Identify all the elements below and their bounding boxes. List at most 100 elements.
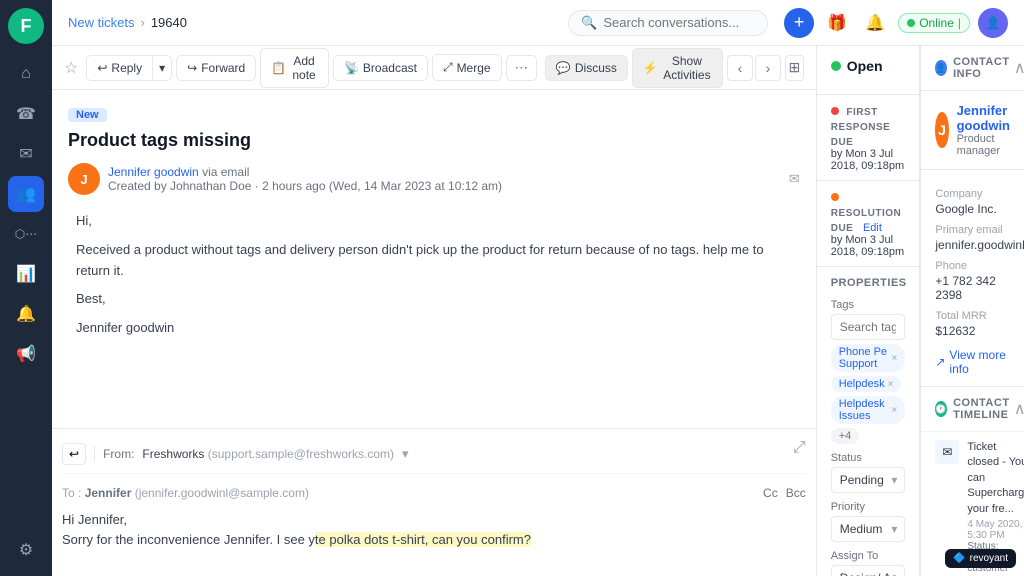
bell-button[interactable]: 🔔 — [860, 8, 890, 38]
action-bar: ☆ ↩ Reply ▾ ↪ Forward 📋 Add no — [52, 46, 816, 90]
ticket-body: New Product tags missing J Jennifer good… — [52, 90, 816, 428]
add-note-label: Add note — [290, 54, 318, 82]
nav-arrows: ‹ › — [727, 55, 781, 81]
broadcast-label: Broadcast — [363, 61, 417, 75]
gift-button[interactable]: 🎁 — [822, 8, 852, 38]
collapse-contact-button[interactable]: ∧ — [1014, 58, 1024, 78]
sidebar-item-broadcast[interactable]: 📢 — [8, 336, 44, 372]
merge-button[interactable]: ⤢ Merge — [432, 54, 502, 81]
breadcrumb-parent[interactable]: New tickets — [68, 15, 134, 30]
message-best: Best, — [76, 289, 792, 310]
undo-icon: ↩ — [69, 447, 79, 461]
tag-phone-pe-remove[interactable]: × — [892, 353, 898, 364]
view-more-label: View more info — [949, 348, 1010, 376]
first-response-date: by Mon 3 Jul 2018, 09:18pm — [831, 148, 906, 172]
tag-more[interactable]: +4 — [831, 428, 860, 444]
resolution-dot — [831, 193, 839, 201]
reply-button[interactable]: ↩ Reply — [86, 55, 152, 81]
contact-details: Company Google Inc. Primary email jennif… — [921, 170, 1024, 386]
add-button[interactable]: + — [784, 8, 814, 38]
assign-select-wrapper: Design/ Aayush Bhatna... — [831, 565, 906, 576]
email-icon: ✉ — [789, 171, 800, 187]
assign-field-label: Assign To — [831, 550, 906, 562]
sidebar-item-settings[interactable]: ⚙ — [8, 532, 44, 568]
reply-compose-area[interactable]: Hi Jennifer, Sorry for the inconvenience… — [62, 510, 806, 566]
priority-select[interactable]: Medium — [831, 516, 906, 542]
cc-button[interactable]: Cc — [763, 486, 778, 500]
contact-avatar: J — [935, 112, 948, 148]
reply-label: Reply — [111, 61, 142, 75]
contact-header-buttons: ∧ — [1014, 58, 1024, 78]
resolution-edit-link[interactable]: Edit — [863, 222, 882, 234]
search-bar[interactable]: 🔍 — [568, 10, 768, 36]
conversation-properties: Open FIRST RESPONSE DUE by Mon 3 Jul 201… — [817, 46, 921, 576]
search-input[interactable] — [603, 15, 743, 30]
broadcast-button[interactable]: 📡 Broadcast — [333, 55, 428, 81]
view-more-info-link[interactable]: ↗ View more info — [935, 348, 1010, 376]
status-field-label: Status — [831, 452, 906, 464]
tag-chips: Phone Pe Support × Helpdesk × Helpdesk I… — [831, 344, 906, 444]
tag-helpdesk-issues-remove[interactable]: × — [892, 405, 898, 416]
phone-label: Phone — [935, 260, 1010, 272]
more-actions-button[interactable]: ⋯ — [506, 55, 537, 81]
sidebar-item-notifications[interactable]: 🔔 — [8, 296, 44, 332]
reply-dropdown[interactable]: ▾ — [152, 55, 172, 81]
created-by: Created by Johnathan Doe — [108, 179, 251, 193]
breadcrumb-current: 19640 — [151, 15, 187, 30]
timeline-title: 🕐 CONTACT TIMELINE — [935, 397, 1013, 421]
next-ticket-button[interactable]: › — [755, 55, 781, 81]
discuss-button[interactable]: 💬 Discuss — [545, 55, 628, 81]
expand-reply-button[interactable]: ⤢ — [793, 439, 806, 457]
mrr-value: $12632 — [935, 324, 1010, 338]
sender-name[interactable]: Jennifer goodwin — [108, 165, 199, 179]
discuss-icon: 💬 — [556, 61, 571, 75]
star-button[interactable]: ☆ — [64, 58, 78, 78]
broadcast-icon: 📡 — [344, 61, 359, 75]
merge-label: Merge — [457, 61, 491, 75]
tag-helpdesk-remove[interactable]: × — [888, 379, 894, 390]
tag-phone-pe: Phone Pe Support × — [831, 344, 906, 372]
email-label: Primary email — [935, 224, 1010, 236]
grid-view-button[interactable]: ⊞ — [785, 55, 804, 81]
sidebar-item-email[interactable]: ✉ — [8, 136, 44, 172]
content-area: ☆ ↩ Reply ▾ ↪ Forward 📋 Add no — [52, 46, 1024, 576]
ticket-new-badge: New — [68, 108, 107, 122]
forward-label: Forward — [201, 61, 245, 75]
reply-header: ↩ From: Freshworks (support.sample@fresh… — [62, 439, 806, 474]
reply-cc-bcc: Cc Bcc — [763, 486, 806, 500]
sidebar-item-conversations[interactable]: ☎ — [8, 96, 44, 132]
show-activities-label: Show Activities — [662, 54, 712, 82]
status-dot-green — [831, 61, 841, 71]
add-note-button[interactable]: 📋 Add note — [260, 48, 329, 88]
properties-section: PROPERTIES Tags Phone Pe Support × Helpd… — [817, 267, 920, 576]
main-area: New tickets › 19640 🔍 + 🎁 🔔 Online | 👤 — [52, 0, 1024, 576]
tag-helpdesk-issues-label: Helpdesk Issues — [839, 398, 889, 422]
status-select-wrapper: Pending — [831, 467, 906, 493]
sidebar-item-reports[interactable]: 📊 — [8, 256, 44, 292]
online-dot — [907, 19, 915, 27]
search-icon: 🔍 — [581, 15, 597, 31]
tags-search-input[interactable] — [831, 314, 906, 340]
forward-button[interactable]: ↪ Forward — [176, 55, 256, 81]
status-select[interactable]: Pending — [831, 467, 906, 493]
merge-icon: ⤢ — [443, 60, 453, 75]
top-actions: + 🎁 🔔 Online | 👤 — [784, 8, 1008, 38]
timeline-item-icon-0: ✉ — [935, 440, 959, 464]
reply-icon: ↩ — [97, 61, 107, 75]
prev-ticket-button[interactable]: ‹ — [727, 55, 753, 81]
sidebar-item-apps[interactable]: ⬡⋯ — [8, 216, 44, 252]
highlighted-text: te polka dots t-shirt, can you confirm? — [315, 532, 531, 547]
online-label: Online — [919, 16, 954, 30]
sidebar-item-contacts[interactable]: 👥 — [8, 176, 44, 212]
bcc-button[interactable]: Bcc — [786, 486, 806, 500]
sidebar-item-home[interactable]: ⌂ — [8, 56, 44, 92]
collapse-timeline-button[interactable]: ∧ — [1014, 399, 1024, 419]
undo-button[interactable]: ↩ — [62, 443, 86, 465]
discuss-label: Discuss — [575, 61, 617, 75]
user-avatar[interactable]: 👤 — [978, 8, 1008, 38]
contact-name[interactable]: Jennifer goodwin — [957, 103, 1010, 133]
assign-select[interactable]: Design/ Aayush Bhatna... — [831, 565, 906, 576]
show-activities-button[interactable]: ⚡ Show Activities — [632, 48, 723, 88]
timeline-title-label: CONTACT TIMELINE — [953, 397, 1014, 421]
breadcrumb: New tickets › 19640 — [68, 15, 187, 30]
